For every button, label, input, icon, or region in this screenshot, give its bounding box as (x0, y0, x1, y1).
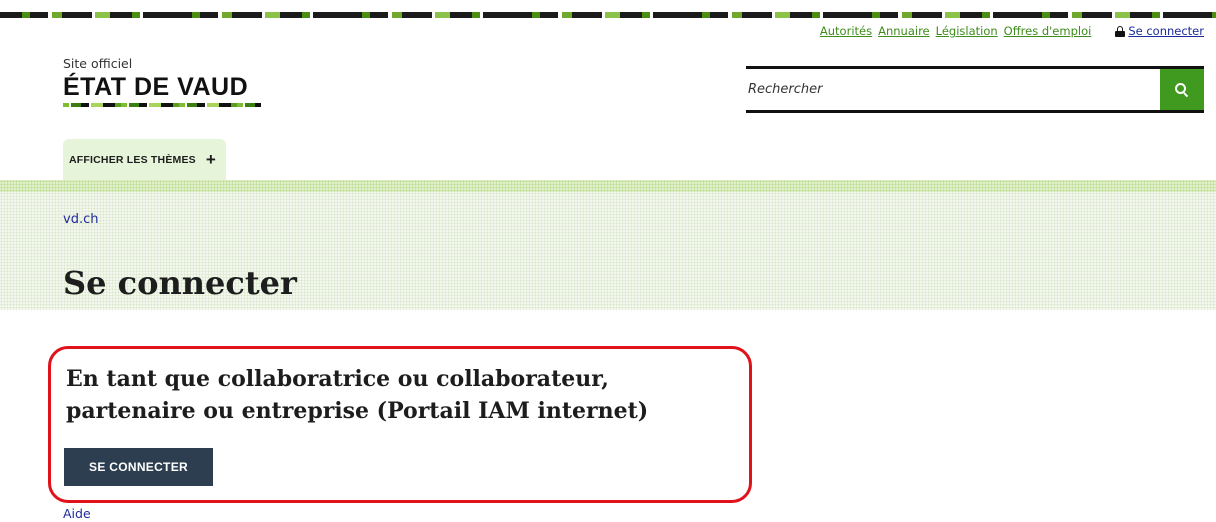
search-bar (746, 66, 1204, 113)
login-link-group[interactable]: Se connecter (1115, 24, 1204, 38)
logo-subtitle: Site officiel (63, 56, 133, 71)
se-connecter-button[interactable]: SE CONNECTER (64, 448, 213, 486)
utility-link-autorites[interactable]: Autorités (820, 24, 872, 38)
section-title-line-1: En tant que collaboratrice ou collaborat… (66, 366, 609, 392)
search-button[interactable] (1160, 69, 1204, 110)
lock-icon (1115, 25, 1126, 37)
utility-link-legislation[interactable]: Législation (936, 24, 998, 38)
logo-underline (63, 103, 261, 107)
page-header-band-top (0, 180, 1216, 192)
logo-title: ÉTAT DE VAUD (63, 73, 249, 101)
section-title: En tant que collaboratrice ou collaborat… (66, 363, 756, 427)
utility-link-offres-emploi[interactable]: Offres d'emploi (1004, 24, 1092, 38)
section-title-line-2: partenaire ou entreprise (Portail IAM in… (66, 398, 649, 424)
login-link[interactable]: Se connecter (1128, 24, 1204, 38)
utility-link-annuaire[interactable]: Annuaire (878, 24, 930, 38)
help-link[interactable]: Aide (63, 506, 91, 521)
breadcrumb-home[interactable]: vd.ch (63, 212, 98, 227)
top-decorative-stripe (0, 12, 1216, 18)
page-title: Se connecter (63, 264, 297, 302)
search-input[interactable] (746, 69, 1160, 110)
show-themes-label: AFFICHER LES THÈMES (69, 154, 196, 166)
show-themes-tab[interactable]: AFFICHER LES THÈMES + (63, 139, 227, 181)
search-icon (1175, 82, 1189, 97)
utility-nav: Autorités Annuaire Législation Offres d'… (820, 24, 1204, 38)
site-logo[interactable]: Site officiel ÉTAT DE VAUD (63, 56, 261, 107)
plus-icon: + (205, 149, 217, 169)
